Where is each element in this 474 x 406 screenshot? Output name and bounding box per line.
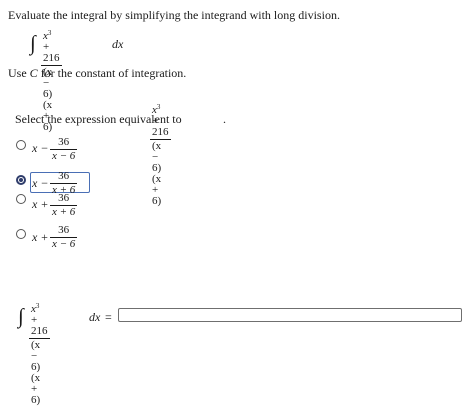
question-fraction: x3 + 216 (x − 6)(x + 6) xyxy=(150,103,171,207)
option-4[interactable]: x + 36 x − 6 xyxy=(16,224,96,250)
option-1-lead: x − xyxy=(32,141,49,155)
option-1-fraction: 36 x − 6 xyxy=(50,136,78,162)
option-1-radio[interactable] xyxy=(16,140,26,150)
answer-input[interactable] xyxy=(118,308,462,322)
option-4-lead: x + xyxy=(32,230,49,244)
answer-dx-label: dx xyxy=(89,310,101,324)
option-4-radio[interactable] xyxy=(16,229,26,239)
option-3-radio[interactable] xyxy=(16,194,26,204)
option-2-lead: x − xyxy=(32,176,49,190)
integral-sign: ∫ xyxy=(30,31,36,55)
instruction-text: Evaluate the integral by simplifying the… xyxy=(8,8,340,22)
integral-sign: ∫ xyxy=(18,304,24,328)
option-1[interactable]: x − 36 x − 6 xyxy=(16,136,96,162)
dx-label: dx xyxy=(112,37,124,51)
option-3-lead: x + xyxy=(32,197,49,211)
equals-sign: = xyxy=(105,310,112,324)
option-2[interactable]: x − 36 x + 6 xyxy=(16,171,96,196)
option-4-fraction: 36 x − 6 xyxy=(50,224,78,250)
option-2-radio-selected[interactable] xyxy=(16,175,26,185)
option-3-fraction: 36 x + 6 xyxy=(50,192,78,218)
question-period: . xyxy=(223,112,226,126)
answer-integrand-fraction: x3 + 216 (x − 6)(x + 6) xyxy=(29,302,50,406)
constant-note: Use C for the constant of integration. xyxy=(8,66,187,80)
option-3[interactable]: x + 36 x + 6 xyxy=(16,192,96,218)
